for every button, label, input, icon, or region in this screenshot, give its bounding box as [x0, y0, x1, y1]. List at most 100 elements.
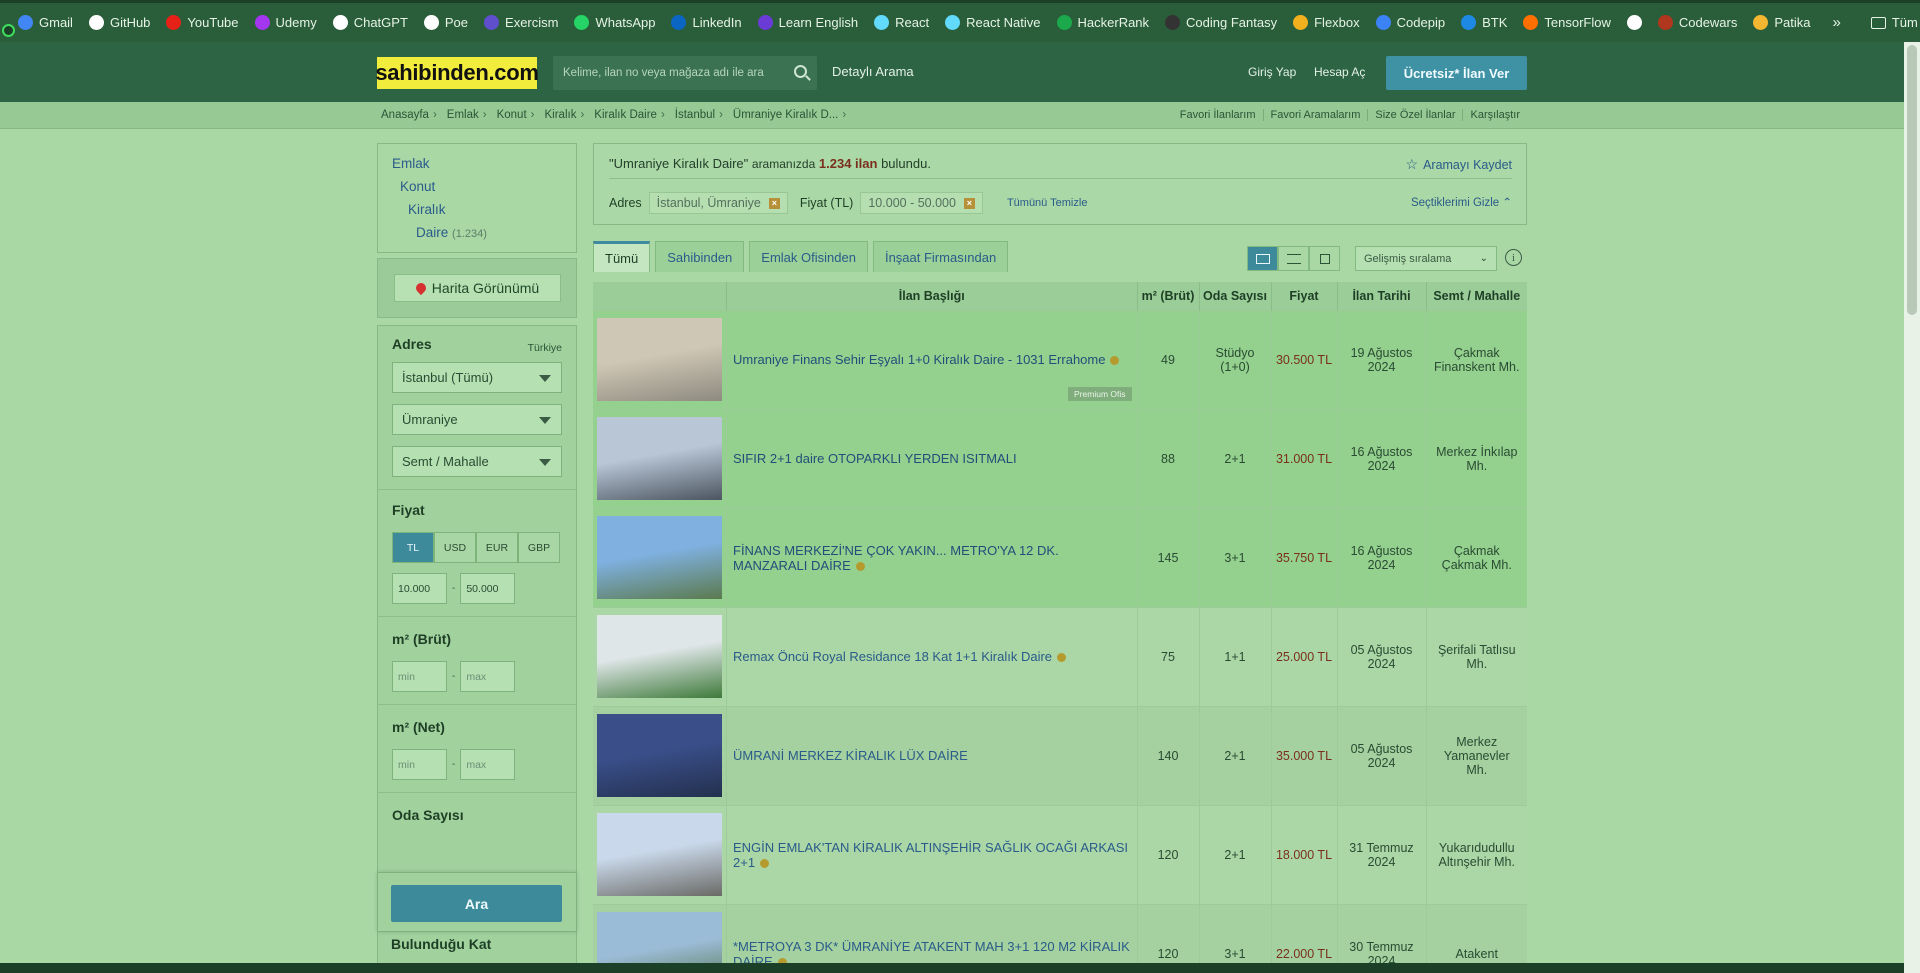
city-select[interactable]: İstanbul (Tümü) [392, 362, 562, 393]
info-icon[interactable]: i [1505, 249, 1522, 266]
neighborhood-select[interactable]: Semt / Mahalle [392, 446, 562, 477]
quick-link[interactable]: Size Özel İlanlar [1367, 109, 1462, 121]
breadcrumb-item[interactable]: Kiralık [545, 109, 577, 121]
gross-max-input[interactable]: max [460, 661, 516, 692]
column-header-price[interactable]: Fiyat [1271, 282, 1338, 310]
quick-link[interactable]: Favori Aramalarım [1262, 109, 1368, 121]
listing-title[interactable]: SIFIR 2+1 daire OTOPARKLI YERDEN ISITMAL… [733, 451, 1017, 466]
breadcrumb-item[interactable]: Ümraniye Kiralık D... [733, 109, 838, 121]
listing-title-cell[interactable]: Umraniye Finans Sehir Eşyalı 1+0 Kiralık… [726, 309, 1138, 409]
listing-photo[interactable] [597, 417, 722, 500]
listing-photo[interactable] [597, 516, 722, 599]
bookmark-hackerrank[interactable]: HackerRank [1049, 15, 1158, 30]
save-search-link[interactable]: ☆ Aramayı Kaydet [1406, 156, 1513, 173]
table-view-button[interactable] [1247, 246, 1278, 271]
bookmark-openai[interactable] [1619, 15, 1650, 30]
apply-search-button[interactable]: Ara [391, 885, 562, 922]
table-row[interactable]: ENGİN EMLAK'TAN KİRALIK ALTINŞEHİR SAĞLI… [593, 804, 1527, 904]
tab-all[interactable]: Tümü [593, 241, 651, 272]
address-scope[interactable]: Türkiye [528, 342, 562, 354]
breadcrumb-item[interactable]: Konut [497, 109, 527, 121]
bookmark-learn-english[interactable]: Learn English [750, 15, 867, 30]
listing-thumbnail-cell[interactable] [593, 606, 727, 706]
table-row[interactable]: FİNANS MERKEZİ'NE ÇOK YAKIN... METRO'YA … [593, 507, 1527, 607]
bookmark-react[interactable]: React [866, 15, 937, 30]
remove-filter-icon[interactable]: × [963, 197, 975, 209]
post-ad-button[interactable]: Ücretsiz* İlan Ver [1386, 56, 1527, 90]
register-link[interactable]: Hesap Aç [1314, 65, 1365, 79]
listing-title[interactable]: ÜMRANİ MERKEZ KİRALIK LÜX DAİRE [733, 748, 968, 763]
listing-thumbnail-cell[interactable] [593, 705, 727, 805]
detailed-search-link[interactable]: Detaylı Arama [832, 64, 914, 79]
currency-eur[interactable]: EUR [476, 532, 518, 563]
listing-photo[interactable] [597, 813, 722, 896]
bookmark-codewars[interactable]: Codewars [1650, 15, 1746, 30]
breadcrumb-item[interactable]: Emlak [447, 109, 479, 121]
bookmark-coding-fantasy[interactable]: Coding Fantasy [1157, 15, 1285, 30]
bookmark-linkedin[interactable]: LinkedIn [663, 15, 749, 30]
listing-title-cell[interactable]: ENGİN EMLAK'TAN KİRALIK ALTINŞEHİR SAĞLI… [726, 804, 1138, 904]
table-row[interactable]: ÜMRANİ MERKEZ KİRALIK LÜX DAİRE 140 2+1 … [593, 705, 1527, 805]
all-bookmarks-folder[interactable]: Tüm Yer İşaretleri [1863, 15, 1920, 30]
rooms-filter-title[interactable]: Oda Sayısı [392, 807, 562, 823]
bookmark-udemy[interactable]: Udemy [247, 15, 325, 30]
column-header-rooms[interactable]: Oda Sayısı [1199, 282, 1272, 310]
category-konut[interactable]: Konut [392, 175, 562, 198]
column-header-title[interactable]: İlan Başlığı [726, 282, 1138, 310]
clear-all-link[interactable]: Tümünü Temizle [1007, 197, 1088, 209]
net-min-input[interactable]: min [392, 749, 447, 780]
currency-tl[interactable]: TL [392, 532, 434, 563]
category-kiralik[interactable]: Kiralık [392, 198, 562, 221]
currency-gbp[interactable]: GBP [518, 532, 560, 563]
category-emlak[interactable]: Emlak [392, 152, 562, 175]
extension-icon[interactable] [2, 24, 15, 37]
listing-photo[interactable] [597, 615, 722, 698]
listing-title-cell[interactable]: FİNANS MERKEZİ'NE ÇOK YAKIN... METRO'YA … [726, 507, 1138, 607]
listing-title[interactable]: FİNANS MERKEZİ'NE ÇOK YAKIN... METRO'YA … [733, 543, 1059, 573]
gross-min-input[interactable]: min [392, 661, 447, 692]
breadcrumb-item[interactable]: İstanbul [675, 109, 715, 121]
listing-thumbnail-cell[interactable] [593, 408, 727, 508]
gallery-view-button[interactable] [1309, 246, 1340, 271]
table-row[interactable]: Remax Öncü Royal Residance 18 Kat 1+1 Ki… [593, 606, 1527, 706]
search-icon[interactable] [794, 65, 807, 78]
price-max-input[interactable]: 50.000 [460, 573, 516, 604]
bookmark-gmail[interactable]: Gmail [10, 15, 81, 30]
bookmark-codepip[interactable]: Codepip [1368, 15, 1453, 30]
quick-link[interactable]: Favori İlanlarım [1173, 109, 1263, 121]
listing-thumbnail-cell[interactable] [593, 507, 727, 607]
tab-agency[interactable]: Emlak Ofisinden [749, 241, 868, 272]
list-view-button[interactable] [1278, 246, 1309, 271]
sort-select[interactable]: Gelişmiş sıralama ⌄ [1355, 246, 1497, 271]
bookmark-chatgpt[interactable]: ChatGPT [325, 15, 416, 30]
bookmark-btk[interactable]: BTK [1453, 15, 1515, 30]
bookmark-github[interactable]: GitHub [81, 15, 158, 30]
bookmark-exercism[interactable]: Exercism [476, 15, 566, 30]
tab-construction[interactable]: İnşaat Firmasından [872, 241, 1009, 272]
bookmark-react-native[interactable]: React Native [937, 15, 1048, 30]
bookmark-poe[interactable]: Poe [416, 15, 476, 30]
listing-photo[interactable] [597, 318, 722, 401]
listing-thumbnail-cell[interactable] [593, 804, 727, 904]
bookmark-whatsapp[interactable]: WhatsApp [566, 15, 663, 30]
more-bookmarks-button[interactable]: » [1819, 14, 1855, 31]
listing-title-cell[interactable]: SIFIR 2+1 daire OTOPARKLI YERDEN ISITMAL… [726, 408, 1138, 508]
map-view-button[interactable]: Harita Görünümü [394, 274, 561, 302]
listing-thumbnail-cell[interactable] [593, 309, 727, 409]
listing-title[interactable]: ENGİN EMLAK'TAN KİRALIK ALTINŞEHİR SAĞLI… [733, 840, 1128, 870]
column-header-m2[interactable]: m² (Brüt) [1137, 282, 1200, 310]
price-min-input[interactable]: 10.000 [392, 573, 447, 604]
listing-title-cell[interactable]: Remax Öncü Royal Residance 18 Kat 1+1 Ki… [726, 606, 1138, 706]
search-input[interactable] [563, 67, 783, 79]
hide-selections-link[interactable]: Seçtiklerimi Gizle ⌃ [1411, 195, 1512, 209]
listing-title[interactable]: Umraniye Finans Sehir Eşyalı 1+0 Kiralık… [733, 352, 1105, 367]
listing-photo[interactable] [597, 714, 722, 797]
site-logo[interactable]: sahibinden.com [375, 57, 539, 89]
remove-filter-icon[interactable]: × [768, 197, 780, 209]
bookmark-flexbox[interactable]: Flexbox [1285, 15, 1368, 30]
quick-link[interactable]: Karşılaştır [1462, 109, 1527, 121]
bookmark-youtube[interactable]: YouTube [158, 15, 246, 30]
login-link[interactable]: Giriş Yap [1248, 65, 1296, 79]
district-select[interactable]: Ümraniye [392, 404, 562, 435]
table-row[interactable]: Umraniye Finans Sehir Eşyalı 1+0 Kiralık… [593, 309, 1527, 409]
